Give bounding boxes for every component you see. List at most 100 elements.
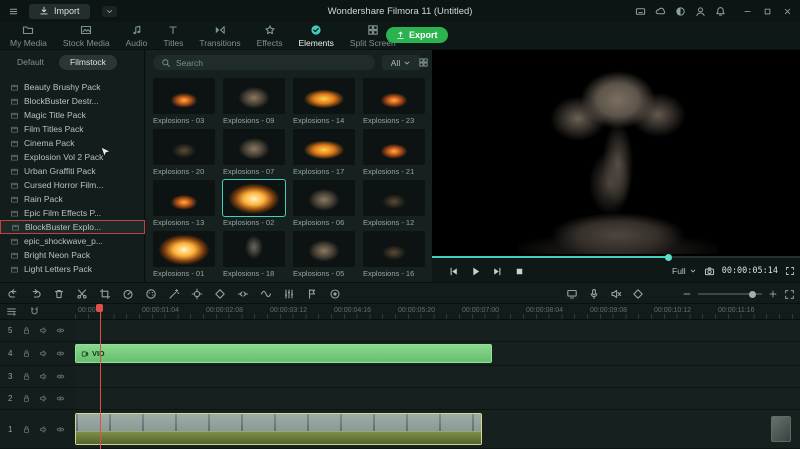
color-button[interactable] bbox=[145, 288, 157, 300]
track-lane[interactable]: VID bbox=[75, 342, 800, 366]
playhead-handle[interactable] bbox=[96, 304, 103, 312]
element-item[interactable]: Explosions - 16 bbox=[363, 231, 425, 278]
speaker-toggle[interactable] bbox=[39, 349, 48, 358]
lock-toggle[interactable] bbox=[22, 394, 31, 403]
element-item[interactable]: Explosions - 13 bbox=[153, 180, 215, 227]
preview-seekbar[interactable] bbox=[432, 253, 800, 261]
stretch-button[interactable] bbox=[237, 288, 249, 300]
element-item[interactable]: Explosions - 06 bbox=[293, 180, 355, 227]
pack-item[interactable]: Epic Film Effects P... bbox=[0, 206, 145, 220]
pack-item[interactable]: Rain Pack bbox=[0, 192, 145, 206]
export-button[interactable]: Export bbox=[386, 27, 448, 43]
eye-toggle[interactable] bbox=[56, 349, 65, 358]
marker-button[interactable] bbox=[306, 288, 318, 300]
pack-item[interactable]: Film Titles Pack bbox=[0, 122, 145, 136]
tab-effects[interactable]: Effects bbox=[249, 23, 291, 49]
ducking-button[interactable] bbox=[260, 288, 272, 300]
sidebar-tab-default[interactable]: Default bbox=[6, 55, 55, 70]
pack-item[interactable]: Urban Graffiti Pack bbox=[0, 164, 145, 178]
clip-thumbnail-fragment[interactable] bbox=[771, 416, 791, 442]
import-options-button[interactable] bbox=[101, 5, 117, 17]
redo-button[interactable] bbox=[30, 288, 42, 300]
import-button[interactable]: Import bbox=[29, 3, 90, 19]
eye-toggle[interactable] bbox=[56, 394, 65, 403]
lock-toggle[interactable] bbox=[22, 349, 31, 358]
mixer-button[interactable] bbox=[283, 288, 295, 300]
track-lane[interactable] bbox=[75, 320, 800, 342]
zoom-slider[interactable] bbox=[698, 290, 762, 298]
element-item[interactable]: Explosions - 18 bbox=[223, 231, 285, 278]
grid-view-button[interactable] bbox=[418, 57, 429, 68]
pack-item[interactable]: epic_shockwave_p... bbox=[0, 234, 145, 248]
zoom-out-button[interactable] bbox=[682, 289, 692, 299]
pack-item[interactable]: Bright Neon Pack bbox=[0, 248, 145, 262]
lock-toggle[interactable] bbox=[22, 372, 31, 381]
app-menu-button[interactable] bbox=[8, 6, 19, 17]
track-lane[interactable] bbox=[75, 410, 800, 449]
eye-toggle[interactable] bbox=[56, 425, 65, 434]
element-item[interactable]: Explosions - 23 bbox=[363, 78, 425, 125]
timeline-ruler[interactable]: 00:00 00:00:01:04 00:00:02:08 00:00:03:12 00… bbox=[0, 304, 800, 320]
keyframe-button[interactable] bbox=[214, 288, 226, 300]
next-frame-button[interactable] bbox=[492, 266, 503, 277]
pack-item[interactable]: Explosion Vol 2 Pack bbox=[0, 150, 145, 164]
search-input[interactable] bbox=[176, 57, 367, 68]
filter-dropdown[interactable]: All bbox=[382, 55, 420, 70]
lock-toggle[interactable] bbox=[22, 326, 31, 335]
speaker-toggle[interactable] bbox=[39, 326, 48, 335]
playhead[interactable] bbox=[99, 304, 101, 449]
record-button[interactable] bbox=[329, 288, 341, 300]
preview-zoom-dropdown[interactable]: Full bbox=[672, 266, 697, 276]
timeline-clip-video[interactable] bbox=[75, 413, 482, 445]
scissors-button[interactable] bbox=[76, 288, 88, 300]
manage-tracks-button[interactable] bbox=[6, 306, 17, 317]
timeline-clip-overlay[interactable]: VID bbox=[75, 344, 492, 363]
tab-stock-media[interactable]: Stock Media bbox=[55, 23, 118, 49]
element-item[interactable]: Explosions - 03 bbox=[153, 78, 215, 125]
silence-detect-button[interactable] bbox=[610, 288, 622, 300]
close-button[interactable] bbox=[783, 7, 792, 16]
voiceover-button[interactable] bbox=[588, 288, 600, 300]
element-item[interactable]: Explosions - 07 bbox=[223, 129, 285, 176]
fullscreen-button[interactable] bbox=[785, 266, 795, 276]
minimize-button[interactable] bbox=[743, 7, 752, 16]
crop-button[interactable] bbox=[99, 288, 111, 300]
play-button[interactable] bbox=[470, 266, 481, 277]
eye-toggle[interactable] bbox=[56, 326, 65, 335]
element-item[interactable]: Explosions - 21 bbox=[363, 129, 425, 176]
cloud-button[interactable] bbox=[655, 6, 666, 17]
speed-button[interactable] bbox=[122, 288, 134, 300]
track-lane[interactable] bbox=[75, 388, 800, 410]
speaker-toggle[interactable] bbox=[39, 425, 48, 434]
pack-item[interactable]: Magic Title Pack bbox=[0, 108, 145, 122]
stop-button[interactable] bbox=[514, 266, 525, 277]
element-item[interactable]: Explosions - 01 bbox=[153, 231, 215, 278]
element-item[interactable]: Explosions - 05 bbox=[293, 231, 355, 278]
prev-frame-button[interactable] bbox=[448, 266, 459, 277]
element-item[interactable]: Explosions - 17 bbox=[293, 129, 355, 176]
shortcut-button[interactable] bbox=[635, 6, 646, 17]
undo-button[interactable] bbox=[7, 288, 19, 300]
snapshot-button[interactable] bbox=[704, 266, 715, 277]
green-screen-button[interactable] bbox=[168, 288, 180, 300]
tab-audio[interactable]: Audio bbox=[118, 23, 156, 49]
track-lane[interactable] bbox=[75, 366, 800, 388]
pack-item[interactable]: Cinema Pack bbox=[0, 136, 145, 150]
fit-timeline-button[interactable] bbox=[784, 289, 795, 300]
element-item[interactable]: Explosions - 09 bbox=[223, 78, 285, 125]
element-item[interactable]: Explosions - 02 bbox=[222, 179, 286, 227]
account-button[interactable] bbox=[695, 6, 706, 17]
tab-titles[interactable]: Titles bbox=[155, 23, 191, 49]
element-item[interactable]: Explosions - 14 bbox=[293, 78, 355, 125]
keyframe-view-button[interactable] bbox=[632, 288, 644, 300]
zoom-in-button[interactable] bbox=[768, 289, 778, 299]
zoom-slider-handle[interactable] bbox=[749, 290, 757, 298]
pack-item[interactable]: Light Letters Pack bbox=[0, 262, 145, 276]
speaker-toggle[interactable] bbox=[39, 394, 48, 403]
tab-my-media[interactable]: My Media bbox=[2, 23, 55, 49]
search-box[interactable] bbox=[153, 55, 375, 70]
device-preview-button[interactable] bbox=[566, 288, 578, 300]
pack-item[interactable]: Beauty Brushy Pack bbox=[0, 80, 145, 94]
element-item[interactable]: Explosions - 12 bbox=[363, 180, 425, 227]
notification-button[interactable] bbox=[715, 6, 726, 17]
